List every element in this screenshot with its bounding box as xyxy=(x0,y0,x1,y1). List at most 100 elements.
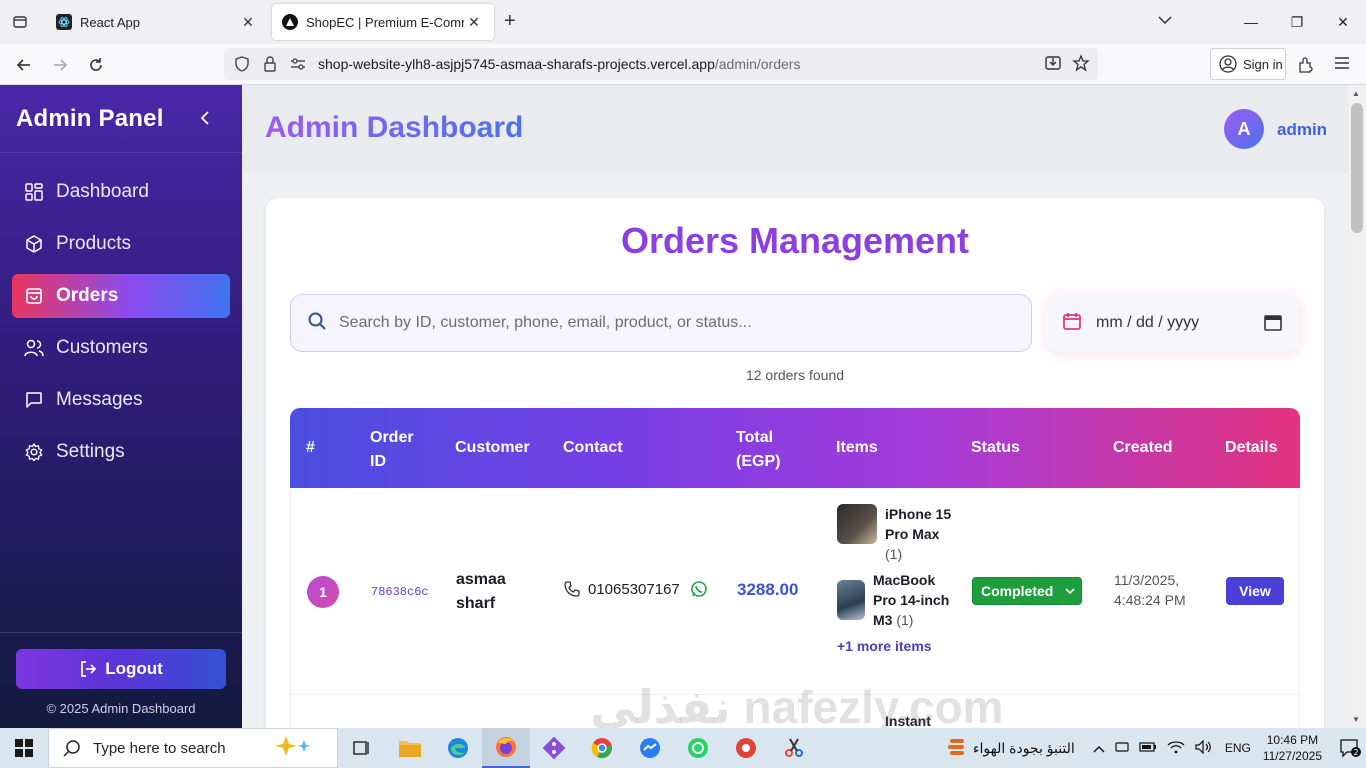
column-header-details[interactable]: Details xyxy=(1225,436,1277,460)
column-header-status[interactable]: Status xyxy=(971,436,1020,460)
sidebar-item-settings[interactable]: Settings xyxy=(12,430,230,474)
close-tab-icon[interactable]: ✕ xyxy=(464,14,484,31)
copyright-text: © 2025 Admin Dashboard xyxy=(46,701,196,716)
url-host: shop-website-ylh8-asjpj5745-asmaa-sharaf… xyxy=(318,56,715,72)
status-select[interactable]: Completed xyxy=(972,577,1082,605)
item-text: iPhone 15 Pro Max (1) xyxy=(885,504,957,564)
sign-in-button[interactable]: Sign in xyxy=(1210,48,1286,80)
scroll-up-icon[interactable]: ▲ xyxy=(1352,89,1360,98)
edge-icon[interactable] xyxy=(434,728,482,768)
column-header-order-id[interactable]: Order ID xyxy=(370,426,430,474)
weather-text: التنبؤ بجودة الهواء xyxy=(972,739,1075,756)
logout-button[interactable]: Logout xyxy=(16,649,226,689)
date-input[interactable]: mm / dd / yyyy xyxy=(1096,314,1199,332)
minimize-icon[interactable]: — xyxy=(1228,0,1274,44)
url-path: /admin/orders xyxy=(714,56,801,72)
view-order-button[interactable]: View xyxy=(1226,577,1284,605)
sidebar-item-label: Dashboard xyxy=(56,181,149,202)
tab-title: ShopEC | Premium E-Commerce xyxy=(306,14,464,30)
snipping-tool-icon[interactable] xyxy=(770,728,818,768)
user-name[interactable]: admin xyxy=(1277,120,1327,140)
chrome-profile-icon[interactable] xyxy=(722,728,770,768)
collapse-sidebar-icon[interactable] xyxy=(200,109,210,130)
taskbar-search[interactable]: Type here to search xyxy=(48,728,338,768)
reload-icon[interactable] xyxy=(83,52,109,78)
url-text[interactable]: shop-website-ylh8-asjpj5745-asmaa-sharaf… xyxy=(318,56,800,72)
sidebar-item-customers[interactable]: Customers xyxy=(12,326,230,370)
save-to-pocket-icon[interactable] xyxy=(1044,54,1062,75)
show-hidden-icons-icon[interactable] xyxy=(1093,741,1105,756)
tab-overview-icon[interactable] xyxy=(0,0,40,44)
restore-icon[interactable]: ❐ xyxy=(1274,0,1320,44)
product-thumbnail xyxy=(837,580,865,620)
sidebar-item-messages[interactable]: Messages xyxy=(12,378,230,422)
battery-icon[interactable] xyxy=(1139,741,1157,756)
sidebar-item-dashboard[interactable]: Dashboard xyxy=(12,170,230,214)
column-header-items[interactable]: Items xyxy=(836,436,878,460)
bookmark-star-icon[interactable] xyxy=(1072,54,1090,75)
page-scrollbar[interactable]: ▲ ▼ xyxy=(1348,85,1366,728)
sidebar-item-products[interactable]: Products xyxy=(12,222,230,266)
close-tab-icon[interactable]: ✕ xyxy=(238,14,258,31)
sidebar-item-orders[interactable]: Orders xyxy=(12,274,230,318)
phone-number: 01065307167 xyxy=(588,580,680,598)
air-quality-icon xyxy=(947,739,964,755)
date-filter[interactable]: mm / dd / yyyy xyxy=(1046,294,1300,352)
git-app-icon[interactable] xyxy=(530,728,578,768)
shield-icon[interactable] xyxy=(232,56,252,72)
lock-icon[interactable] xyxy=(260,56,280,72)
wifi-icon[interactable] xyxy=(1167,740,1185,757)
item-qty: (1) xyxy=(885,546,903,562)
tab-shopec[interactable]: ShopEC | Premium E-Commerce ✕ xyxy=(272,4,494,40)
more-items-link[interactable]: +1 more items xyxy=(837,638,957,654)
react-logo-icon xyxy=(56,14,72,30)
file-explorer-icon[interactable] xyxy=(386,728,434,768)
order-total: 3288.00 xyxy=(737,580,799,599)
firefox-icon[interactable] xyxy=(482,728,530,768)
input-language[interactable]: ENG xyxy=(1225,741,1251,755)
tab-react-app[interactable]: React App ✕ xyxy=(46,4,268,40)
url-bar[interactable]: shop-website-ylh8-asjpj5745-asmaa-sharaf… xyxy=(224,48,1098,80)
scroll-down-icon[interactable]: ▼ xyxy=(1352,715,1360,724)
clock-date: 11/27/2025 xyxy=(1262,749,1322,763)
windows-start-icon[interactable] xyxy=(0,728,48,768)
whatsapp-app-icon[interactable] xyxy=(674,728,722,768)
forward-icon[interactable] xyxy=(47,52,73,78)
column-header-customer[interactable]: Customer xyxy=(455,436,530,460)
copilot-sparkle-icon[interactable] xyxy=(274,734,314,762)
meet-now-icon[interactable] xyxy=(1115,740,1129,757)
weather-widget[interactable]: التنبؤ بجودة الهواء xyxy=(947,737,1075,759)
browser-tab-bar: React App ✕ ShopEC | Premium E-Commerce … xyxy=(0,0,1366,44)
close-window-icon[interactable]: ✕ xyxy=(1320,0,1366,44)
avatar[interactable]: A xyxy=(1224,109,1264,149)
whatsapp-icon[interactable] xyxy=(690,580,708,598)
window-controls: — ❐ ✕ xyxy=(1228,0,1366,44)
column-header-index[interactable]: # xyxy=(306,436,315,460)
order-id[interactable]: 78638c6c xyxy=(371,585,429,599)
permissions-icon[interactable] xyxy=(288,57,308,71)
table-row[interactable]: 1 78638c6c asmaa sharf 01065307167 3288.… xyxy=(290,488,1300,695)
notification-center-icon[interactable]: 2 xyxy=(1334,738,1366,758)
column-header-total[interactable]: Total (EGP) xyxy=(736,426,796,474)
chevron-down-icon xyxy=(1065,584,1075,598)
search-input[interactable] xyxy=(339,314,999,332)
dashboard-icon xyxy=(24,182,44,202)
sidebar-item-label: Products xyxy=(56,233,131,254)
column-header-created[interactable]: Created xyxy=(1113,436,1173,460)
menu-icon[interactable] xyxy=(1334,56,1350,75)
column-header-contact[interactable]: Contact xyxy=(563,436,623,460)
created-date: 11/3/2025, xyxy=(1114,572,1180,588)
date-picker-icon[interactable] xyxy=(1264,313,1282,336)
chevron-down-icon[interactable] xyxy=(1158,12,1172,28)
customer-name: asmaa sharf xyxy=(456,571,506,612)
messenger-icon[interactable] xyxy=(626,728,674,768)
clock[interactable]: 10:46 PM 11/27/2025 xyxy=(1263,732,1322,764)
task-view-icon[interactable] xyxy=(338,728,386,768)
scroll-thumb[interactable] xyxy=(1351,103,1363,233)
extensions-icon[interactable] xyxy=(1297,56,1315,79)
volume-icon[interactable] xyxy=(1195,739,1213,757)
chrome-icon[interactable] xyxy=(578,728,626,768)
message-icon xyxy=(24,390,44,410)
back-icon[interactable] xyxy=(11,52,37,78)
new-tab-icon[interactable]: + xyxy=(504,10,516,33)
